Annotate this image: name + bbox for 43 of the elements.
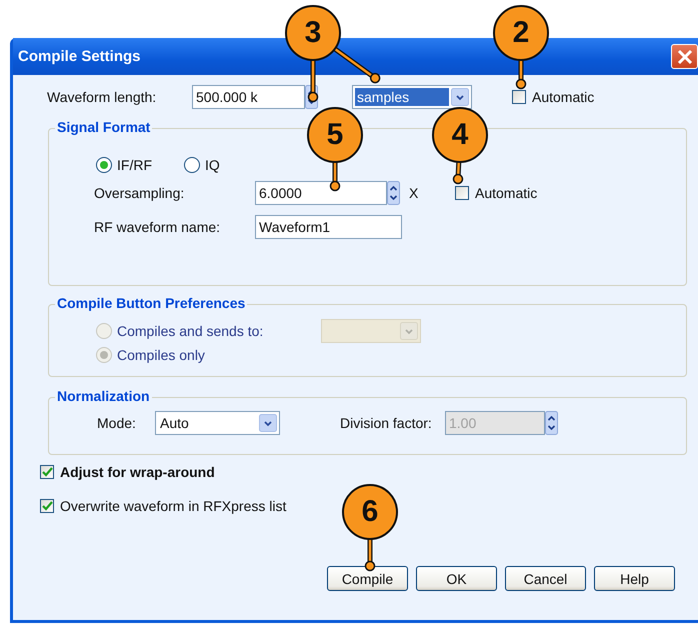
radio-button[interactable] <box>96 157 112 173</box>
checkbox[interactable] <box>40 465 54 479</box>
dialog-button[interactable]: Help <box>594 566 675 591</box>
checkbox-label: Overwrite waveform in RFXpress list <box>60 498 286 514</box>
close-button[interactable] <box>671 44 698 69</box>
unit-label: X <box>409 185 420 201</box>
group-title: Compile Button Preferences <box>55 295 248 311</box>
callout-badge: 3 <box>285 5 341 61</box>
callout-badge: 2 <box>493 5 549 61</box>
radio-button[interactable] <box>184 157 200 173</box>
field-label: Oversampling: <box>94 185 186 201</box>
field-label: Waveform length: <box>47 89 158 105</box>
dropdown-icon[interactable] <box>259 414 277 432</box>
radio-label: Compiles only <box>117 347 205 363</box>
radio-label: Compiles and sends to: <box>117 323 264 339</box>
dropdown-value: samples <box>355 88 449 106</box>
dropdown[interactable]: samples <box>352 85 472 109</box>
dropdown-value: Auto <box>159 414 190 432</box>
checkbox-label: Automatic <box>532 89 594 105</box>
input-field[interactable]: 500.000 k <box>192 85 305 109</box>
checkbox-label: Automatic <box>475 185 538 201</box>
field-label: Mode: <box>97 415 137 431</box>
close-icon <box>676 48 692 64</box>
window-title: Compile Settings <box>18 48 141 65</box>
checkbox[interactable] <box>512 90 526 104</box>
field-label: RF waveform name: <box>94 219 222 235</box>
radio-label: IF/RF <box>117 157 152 173</box>
dialog-button[interactable]: Compile <box>327 566 408 591</box>
radio-label: IQ <box>205 157 220 173</box>
dialog-button[interactable]: OK <box>416 566 497 591</box>
spinner-icon[interactable] <box>545 411 558 435</box>
group-title: Normalization <box>55 388 152 404</box>
input-field[interactable]: 6.0000 <box>255 181 387 205</box>
field-label: Division factor: <box>340 415 433 431</box>
checkbox[interactable] <box>40 499 54 513</box>
input-field[interactable]: Waveform1 <box>255 215 402 239</box>
spinner-icon[interactable] <box>387 181 400 205</box>
checkbox-label: Adjust for wrap-around <box>60 464 215 480</box>
dialog-button[interactable]: Cancel <box>505 566 586 591</box>
checkbox[interactable] <box>455 186 469 200</box>
dropdown-icon[interactable] <box>451 88 469 106</box>
dropdown[interactable]: Auto <box>155 411 280 435</box>
group-title: Signal Format <box>55 119 152 135</box>
